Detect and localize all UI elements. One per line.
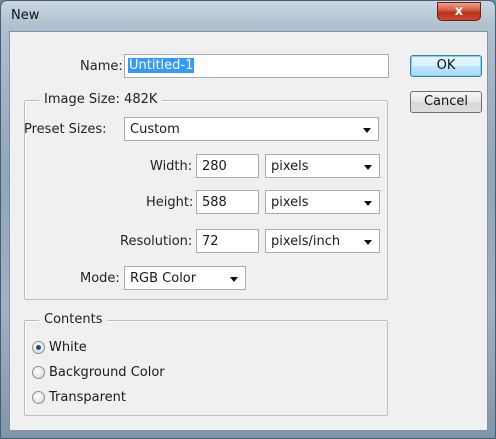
resolution-unit-select[interactable]: pixels/inch	[265, 229, 380, 253]
name-input-value: Untitled-1	[128, 58, 195, 73]
width-input[interactable]: 280	[196, 154, 259, 178]
contents-option-label: Transparent	[49, 389, 126, 405]
mode-value: RGB Color	[130, 271, 197, 286]
contents-option-label: Background Color	[49, 364, 165, 380]
contents-option-white[interactable]: White	[32, 338, 87, 356]
name-label: Name:	[80, 59, 123, 74]
preset-sizes-value: Custom	[130, 122, 180, 137]
resolution-label: Resolution:	[120, 234, 193, 249]
chevron-down-icon	[230, 277, 238, 282]
radio-button-icon[interactable]	[32, 365, 45, 379]
contents-option-transparent[interactable]: Transparent	[32, 388, 126, 406]
height-label: Height:	[146, 195, 194, 210]
height-unit-value: pixels	[271, 195, 309, 210]
preset-sizes-select[interactable]: Custom	[124, 117, 379, 141]
contents-option-label: White	[49, 339, 87, 355]
mode-label: Mode:	[80, 271, 120, 286]
name-input[interactable]: Untitled-1	[124, 54, 389, 78]
height-input[interactable]: 588	[196, 190, 259, 214]
close-button[interactable]: x	[437, 2, 481, 21]
resolution-unit-value: pixels/inch	[271, 234, 341, 249]
radio-button-icon[interactable]	[32, 390, 45, 404]
height-unit-select[interactable]: pixels	[265, 190, 380, 214]
width-unit-value: pixels	[271, 159, 309, 174]
resolution-input[interactable]: 72	[196, 229, 259, 253]
chevron-down-icon	[364, 165, 372, 170]
title-bar[interactable]: New x	[1, 1, 495, 31]
window-title: New	[11, 8, 40, 23]
contents-option-background-color[interactable]: Background Color	[32, 363, 165, 381]
chevron-down-icon	[363, 128, 371, 133]
close-icon: x	[454, 4, 464, 19]
mode-select[interactable]: RGB Color	[124, 266, 246, 290]
width-unit-select[interactable]: pixels	[265, 154, 380, 178]
ok-button[interactable]: OK	[410, 55, 482, 77]
width-label: Width:	[150, 159, 193, 174]
new-document-dialog: New x Name: Untitled-1 OK Cancel Image S…	[0, 0, 496, 439]
contents-label: Contents	[39, 312, 108, 327]
image-size-label: Image Size: 482K	[39, 92, 163, 107]
radio-button-icon[interactable]	[32, 340, 45, 354]
preset-sizes-label: Preset Sizes:	[24, 122, 107, 137]
chevron-down-icon	[364, 240, 372, 245]
cancel-button[interactable]: Cancel	[410, 91, 482, 113]
dialog-body: Name: Untitled-1 OK Cancel Image Size: 4…	[9, 31, 488, 431]
chevron-down-icon	[364, 201, 372, 206]
